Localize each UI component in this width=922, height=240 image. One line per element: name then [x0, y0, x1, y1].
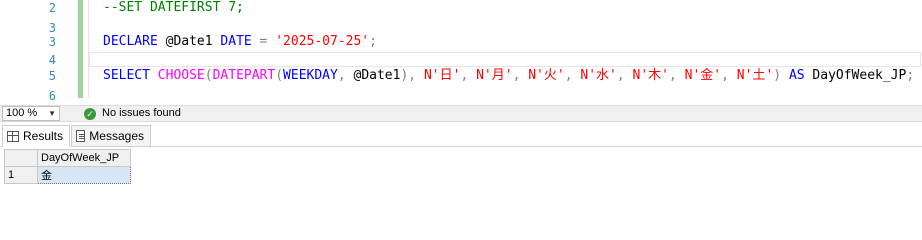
- current-line-highlight: [89, 52, 921, 67]
- issues-indicator[interactable]: ✓ No issues found: [84, 106, 181, 121]
- code-token: '2025-07-25': [275, 34, 370, 49]
- code-token: ): [773, 68, 789, 83]
- code-token: ,: [721, 68, 737, 83]
- line-number: 3: [48, 35, 56, 49]
- zoom-level: 100 %: [6, 107, 38, 119]
- code-token: DATE: [220, 34, 252, 49]
- grid-corner[interactable]: [4, 149, 38, 167]
- tab-messages-label: Messages: [89, 129, 144, 143]
- issues-text: No issues found: [102, 107, 181, 119]
- code-token: AS: [788, 68, 805, 83]
- line-number-gutter: 233456: [0, 0, 75, 105]
- code-token: N'日': [423, 68, 461, 83]
- line-number: 5: [48, 69, 56, 83]
- fold-margin: [88, 0, 89, 98]
- change-indicator-bar: [78, 0, 83, 98]
- table-row[interactable]: 1 金: [4, 166, 131, 184]
- code-token: ,: [669, 68, 685, 83]
- code-token: ,: [564, 68, 581, 83]
- query-editor[interactable]: 233456 --SET DATEFIRST 7; DECLARE @Date1 …: [0, 0, 922, 105]
- code-token: ;: [906, 68, 915, 83]
- code-token: N'水': [580, 68, 617, 83]
- editor-status-bar: 100 % ▼ ✓ No issues found: [0, 105, 922, 122]
- grid-icon: [7, 130, 19, 142]
- column-header[interactable]: DayOfWeek_JP: [37, 149, 131, 167]
- line-number: 2: [48, 1, 56, 15]
- results-tab-strip: Results Messages: [0, 122, 922, 147]
- code-line[interactable]: SELECT CHOOSE(DATEPART(WEEKDAY, @Date1),…: [103, 66, 914, 86]
- code-token: ;: [369, 34, 377, 49]
- code-line[interactable]: --SET DATEFIRST 7;: [103, 0, 244, 18]
- code-token: @Date1: [157, 34, 221, 49]
- tab-results[interactable]: Results: [2, 125, 70, 147]
- check-circle-icon: ✓: [84, 107, 96, 120]
- tab-results-label: Results: [22, 129, 63, 143]
- code-token: DATEPART: [212, 68, 276, 83]
- code-token: DayOfWeek_JP: [804, 68, 907, 83]
- code-token: ,: [460, 68, 477, 83]
- code-token: @Date1: [353, 68, 401, 83]
- code-line[interactable]: DECLARE @Date1 DATE = '2025-07-25';: [103, 32, 377, 52]
- code-token: N'月': [476, 68, 513, 83]
- grid-cell[interactable]: 金: [37, 166, 131, 184]
- chevron-down-icon: ▼: [48, 109, 56, 118]
- code-token: =: [251, 34, 276, 49]
- code-token: ,: [512, 68, 529, 83]
- code-token: N'火': [528, 68, 565, 83]
- line-number: 6: [48, 89, 56, 103]
- code-token: N'木': [632, 68, 669, 83]
- results-grid[interactable]: DayOfWeek_JP 1 金: [4, 149, 131, 184]
- tab-messages[interactable]: Messages: [71, 125, 151, 147]
- code-token: N'土': [736, 68, 774, 83]
- code-token: CHOOSE: [157, 68, 205, 83]
- zoom-dropdown[interactable]: 100 % ▼: [2, 106, 60, 121]
- code-token: ,: [616, 68, 633, 83]
- results-pane: DayOfWeek_JP 1 金: [0, 147, 922, 211]
- code-token: N'金': [684, 68, 722, 83]
- row-header[interactable]: 1: [4, 166, 38, 184]
- code-token: --SET DATEFIRST 7;: [103, 0, 244, 15]
- grid-header-row: DayOfWeek_JP: [4, 149, 131, 167]
- code-token: DECLARE: [103, 34, 158, 49]
- code-token: WEEKDAY: [283, 68, 338, 83]
- code-token: SELECT: [103, 68, 150, 83]
- message-icon: [76, 130, 86, 142]
- code-token: (: [204, 68, 213, 83]
- code-token: ,: [337, 68, 354, 83]
- code-token: (: [275, 68, 284, 83]
- code-token: ),: [400, 68, 424, 83]
